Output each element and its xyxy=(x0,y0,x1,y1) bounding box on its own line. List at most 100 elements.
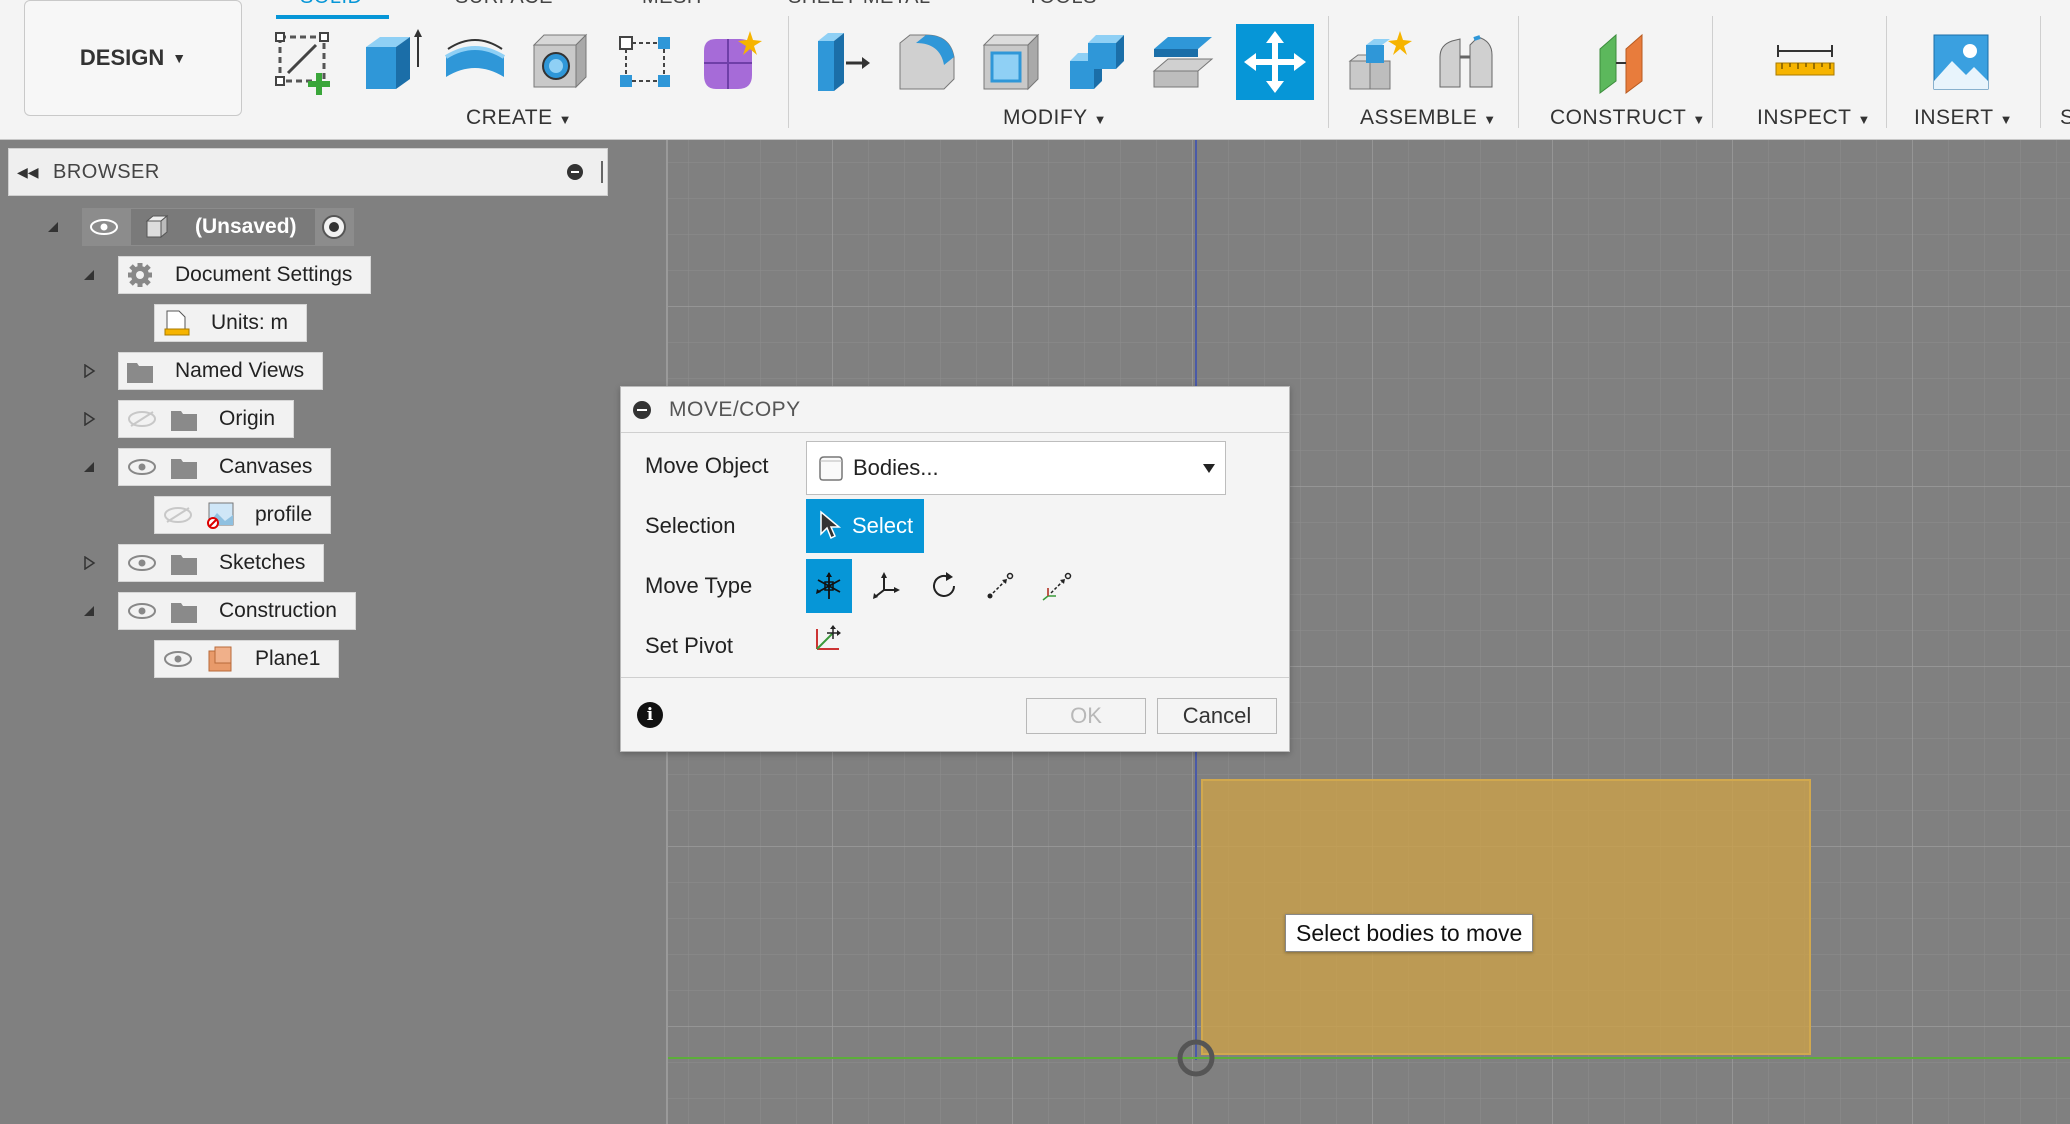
create-sketch-button[interactable] xyxy=(268,24,346,100)
shell-button[interactable] xyxy=(972,24,1050,100)
tab-tools[interactable]: TOOLS xyxy=(1027,0,1097,9)
move-object-value: Bodies... xyxy=(853,455,939,480)
eye-hidden-icon[interactable] xyxy=(127,410,157,428)
revolve-icon xyxy=(444,39,506,77)
tab-sheet-metal[interactable]: SHEET METAL xyxy=(788,0,931,9)
tree-item-named-views[interactable]: Named Views xyxy=(118,352,324,390)
move-copy-dialog: MOVE/COPY Move Object Bodies... Selectio… xyxy=(620,386,1290,752)
tree-root-unsaved[interactable]: (Unsaved) xyxy=(82,208,354,246)
component-icon xyxy=(145,214,169,239)
collapse-browser-icon[interactable]: ◀◀ xyxy=(17,164,53,181)
folder-icon xyxy=(171,603,197,623)
modify-menu[interactable]: MODIFY ▼ xyxy=(1003,106,1107,130)
tree-item-profile[interactable]: profile xyxy=(154,496,332,534)
activate-radio-icon[interactable] xyxy=(321,214,347,240)
measure-button[interactable] xyxy=(1766,24,1844,100)
joint-button[interactable] xyxy=(1426,24,1504,100)
create-sketch-icon xyxy=(275,32,330,95)
collapsed-triangle-icon[interactable] xyxy=(82,556,96,570)
dialog-title: MOVE/COPY xyxy=(669,397,801,421)
create-form-button[interactable] xyxy=(690,24,768,100)
tree-item-document-settings[interactable]: Document Settings xyxy=(118,256,372,294)
insert-canvas-button[interactable] xyxy=(1922,24,2000,100)
tree-item-units[interactable]: Units: m xyxy=(154,304,308,342)
dialog-minimize-icon[interactable] xyxy=(633,400,651,419)
ok-button[interactable]: OK xyxy=(1026,698,1146,734)
browser-minimize-icon[interactable] xyxy=(567,164,583,180)
workspace-dropdown[interactable]: DESIGN ▼ xyxy=(24,0,242,116)
move-type-point-to-point[interactable] xyxy=(977,559,1023,613)
cursor-arrow-icon xyxy=(820,510,842,540)
measure-icon xyxy=(1775,45,1835,76)
tree-item-canvases[interactable]: Canvases xyxy=(118,448,332,486)
move-type-translate[interactable] xyxy=(863,559,909,613)
dialog-header[interactable]: MOVE/COPY xyxy=(621,387,1289,433)
eye-icon[interactable] xyxy=(89,218,119,236)
new-component-button[interactable] xyxy=(1340,24,1418,100)
move-type-free-move[interactable] xyxy=(806,559,852,613)
translate-icon xyxy=(873,572,900,599)
offset-plane-icon xyxy=(1599,33,1643,94)
hole-button[interactable] xyxy=(522,24,600,100)
tree-item-construction[interactable]: Construction xyxy=(118,592,356,630)
collapsed-triangle-icon[interactable] xyxy=(82,364,96,378)
move-object-dropdown[interactable]: Bodies... xyxy=(806,441,1226,495)
set-pivot-icon[interactable] xyxy=(811,619,847,655)
tree-item-sketches[interactable]: Sketches xyxy=(118,544,325,582)
eye-icon[interactable] xyxy=(163,650,193,668)
offset-plane-button[interactable] xyxy=(1586,24,1664,100)
eye-icon[interactable] xyxy=(127,602,157,620)
body-icon xyxy=(819,456,843,481)
expanded-triangle-icon[interactable] xyxy=(82,604,96,618)
move-copy-button[interactable] xyxy=(1236,24,1314,100)
info-icon[interactable]: i xyxy=(637,702,663,728)
insert-canvas-icon xyxy=(1933,34,1989,90)
browser-header: ◀◀ BROWSER xyxy=(8,148,608,196)
move-object-label: Move Object xyxy=(645,453,769,478)
folder-icon xyxy=(127,363,153,383)
expanded-triangle-icon[interactable] xyxy=(46,220,60,234)
hole-icon xyxy=(532,33,588,89)
eye-icon[interactable] xyxy=(127,554,157,572)
tab-surface[interactable]: SURFACE xyxy=(455,0,553,9)
insert-menu[interactable]: INSERT ▼ xyxy=(1914,106,2013,130)
tab-solid[interactable]: SOLID xyxy=(300,0,363,9)
eye-hidden-icon[interactable] xyxy=(163,506,193,524)
expanded-triangle-icon[interactable] xyxy=(82,460,96,474)
construct-menu[interactable]: CONSTRUCT ▼ xyxy=(1550,106,1706,130)
offset-face-icon xyxy=(1152,37,1214,88)
joint-icon xyxy=(1439,35,1493,88)
combine-button[interactable] xyxy=(1058,24,1136,100)
rotate-icon xyxy=(933,572,955,597)
fillet-icon xyxy=(899,34,955,90)
folder-icon xyxy=(171,555,197,575)
new-component-icon xyxy=(1348,31,1412,90)
create-menu[interactable]: CREATE ▼ xyxy=(466,106,572,130)
press-pull-button[interactable] xyxy=(802,24,880,100)
select-button[interactable]: Select xyxy=(806,499,924,553)
extrude-button[interactable] xyxy=(352,24,430,100)
offset-face-button[interactable] xyxy=(1144,24,1222,100)
expanded-triangle-icon[interactable] xyxy=(82,268,96,282)
cancel-button[interactable]: Cancel xyxy=(1157,698,1277,734)
select-menu[interactable]: S xyxy=(2060,106,2070,130)
move-type-rotate[interactable] xyxy=(921,559,967,613)
move-type-point-to-position[interactable] xyxy=(1035,559,1081,613)
tab-mesh[interactable]: MESH xyxy=(642,0,702,9)
revolve-button[interactable] xyxy=(436,24,514,100)
inspect-menu[interactable]: INSPECT ▼ xyxy=(1757,106,1871,130)
fillet-button[interactable] xyxy=(888,24,966,100)
folder-icon xyxy=(171,411,197,431)
pattern-button[interactable] xyxy=(606,24,684,100)
toolbar-separator xyxy=(1518,16,1519,128)
tree-item-plane1[interactable]: Plane1 xyxy=(154,640,340,678)
active-tab-indicator xyxy=(276,15,389,19)
collapsed-triangle-icon[interactable] xyxy=(82,412,96,426)
point-to-position-icon xyxy=(1042,572,1072,601)
browser-resize-handle[interactable] xyxy=(601,161,603,183)
tree-item-origin[interactable]: Origin xyxy=(118,400,295,438)
create-form-icon xyxy=(704,31,762,89)
assemble-menu[interactable]: ASSEMBLE ▼ xyxy=(1360,106,1497,130)
toolbar-separator xyxy=(2040,16,2041,128)
eye-icon[interactable] xyxy=(127,458,157,476)
